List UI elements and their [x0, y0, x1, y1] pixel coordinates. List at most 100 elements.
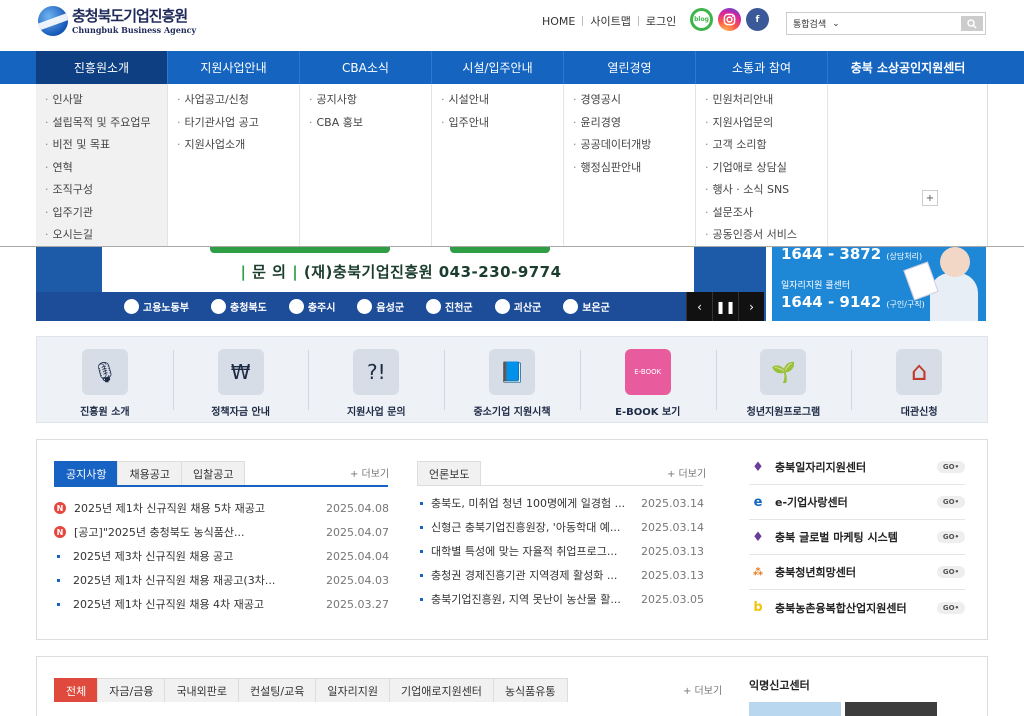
menu-item[interactable]: 설립목적 및 주요업무: [45, 112, 167, 135]
report-banner[interactable]: [845, 702, 937, 716]
plus-icon[interactable]: +: [922, 190, 938, 206]
go-button[interactable]: GO•: [937, 461, 965, 473]
search-input[interactable]: [840, 13, 962, 34]
list-item[interactable]: 2025년 제3차 신규직원 채용 공고 2025.04.04: [54, 544, 389, 568]
header: 충청북도기업진흥원 Chungbuk Business Agency HOME …: [0, 0, 1024, 51]
tab-press[interactable]: 언론보도: [417, 461, 482, 485]
tab-grievance[interactable]: 기업애로지원센터: [388, 678, 494, 702]
list-item[interactable]: 충북도, 미취업 청년 100명에게 일경험 ... 2025.03.14: [417, 491, 704, 515]
gnb-management[interactable]: 열린경영: [564, 51, 696, 84]
ebook-icon: E-BOOK: [624, 349, 671, 395]
quick-youth[interactable]: 🌱 청년지원프로그램: [715, 337, 852, 422]
search-scope-select[interactable]: 통합검색 ⌄: [787, 13, 840, 34]
gnb-support[interactable]: 지원사업안내: [168, 51, 300, 84]
pause-icon[interactable]: ❚❚: [712, 292, 738, 321]
site-logo[interactable]: 충청북도기업진흥원 Chungbuk Business Agency: [38, 6, 196, 36]
gnb-communication[interactable]: 소통과 참여: [696, 51, 828, 84]
partner-logo: 고용노동부: [124, 299, 189, 314]
home-link[interactable]: HOME: [542, 15, 575, 28]
menu-item[interactable]: 행사 · 소식 SNS: [705, 179, 827, 202]
quick-ebook[interactable]: E-BOOK E-BOOK 보기: [579, 337, 716, 422]
search-icon[interactable]: [961, 16, 983, 31]
site-link[interactable]: b 충북농촌융복합산업지원센터 GO•: [749, 590, 965, 625]
login-link[interactable]: 로그인: [646, 13, 676, 29]
go-button[interactable]: GO•: [937, 531, 965, 543]
menu-item[interactable]: 시설안내: [441, 89, 563, 112]
gnb-news[interactable]: CBA소식: [300, 51, 432, 84]
menu-item[interactable]: 인사말: [45, 89, 167, 112]
menu-item[interactable]: 조직구성: [45, 179, 167, 202]
list-item[interactable]: 대학별 특성에 맞는 자율적 취업프로그... 2025.03.13: [417, 539, 704, 563]
menu-item[interactable]: 연혁: [45, 157, 167, 180]
menu-item[interactable]: 설문조사: [705, 202, 827, 225]
list-item[interactable]: N 2025년 제1차 신규직원 채용 5차 재공고 2025.04.08: [54, 496, 389, 520]
tab-consulting[interactable]: 컨설팅/교육: [238, 678, 317, 702]
tab-notice[interactable]: 공지사항: [54, 461, 119, 485]
go-button[interactable]: GO•: [937, 496, 965, 508]
prev-icon[interactable]: ‹: [686, 292, 712, 321]
instagram-icon[interactable]: [718, 8, 741, 31]
list-item[interactable]: 신형근 충북기업진흥원장, '아동학대 예... 2025.03.14: [417, 515, 704, 539]
main-navigation: 진흥원소개 지원사업안내 CBA소식 시설/입주안내 열린경영 소통과 참여 충…: [0, 51, 1024, 84]
menu-item[interactable]: 지원사업문의: [705, 112, 827, 135]
menu-item[interactable]: 비전 및 목표: [45, 134, 167, 157]
notice-tabs: 공지사항 채용공고 입찰공고: [54, 461, 246, 485]
menu-item[interactable]: 공동인증서 서비스: [705, 224, 827, 247]
menu-item[interactable]: 경영공시: [573, 89, 695, 112]
tab-finance[interactable]: 자금/금융: [97, 678, 166, 702]
menu-item[interactable]: 입주안내: [441, 112, 563, 135]
quick-sme-policy[interactable]: 📘 중소기업 지원시책: [444, 337, 580, 422]
quick-intro[interactable]: 🎙 진흥원 소개: [37, 337, 173, 422]
site-link[interactable]: e e-기업사랑센터 GO•: [749, 485, 965, 520]
menu-item[interactable]: 윤리경영: [573, 112, 695, 135]
list-item[interactable]: 2025년 제1차 신규직원 채용 재공고(3차... 2025.04.03: [54, 568, 389, 592]
blog-icon[interactable]: blog: [690, 8, 713, 31]
tab-all[interactable]: 전체: [54, 678, 99, 702]
quick-rental[interactable]: ⌂ 대관신청: [851, 337, 987, 422]
site-link[interactable]: ♦ 충북일자리지원센터 GO•: [749, 450, 965, 485]
menu-item[interactable]: 타기관사업 공고: [177, 112, 299, 135]
notice-more-link[interactable]: + 더보기: [350, 465, 389, 480]
go-button[interactable]: GO•: [937, 566, 965, 578]
go-button[interactable]: GO•: [937, 601, 965, 614]
quick-policy-fund[interactable]: ₩ 정책자금 안내: [172, 337, 309, 422]
list-item[interactable]: 충청권 경제진흥기관 지역경제 활성화 ... 2025.03.13: [417, 563, 704, 587]
list-item[interactable]: N [공고]"2025년 충청북도 농식품산... 2025.04.07: [54, 520, 389, 544]
chungbuk-icon: ♦: [752, 529, 764, 545]
gnb-facility[interactable]: 시설/입주안내: [432, 51, 564, 84]
support-more-link[interactable]: + 더보기: [683, 682, 722, 697]
menu-item[interactable]: 공지사항: [309, 89, 431, 112]
press-more-link[interactable]: + 더보기: [667, 465, 706, 480]
tab-recruit[interactable]: 채용공고: [117, 461, 182, 485]
tab-agrifood[interactable]: 농식품유통: [492, 678, 568, 702]
menu-item[interactable]: CBA 홍보: [309, 112, 431, 135]
list-item[interactable]: 충북기업진흥원, 지역 못난이 농산물 활... 2025.03.05: [417, 587, 704, 611]
site-link[interactable]: ⁂ 충북청년희망센터 GO•: [749, 555, 965, 590]
gnb-small-business-center[interactable]: 충북 소상공인지원센터: [828, 51, 988, 84]
menu-item[interactable]: 공공데이터개방: [573, 134, 695, 157]
menu-item[interactable]: 입주기관: [45, 202, 167, 225]
house-icon: ⌂: [896, 349, 943, 395]
chungbuk-icon: ♦: [752, 459, 764, 475]
next-icon[interactable]: ›: [738, 292, 764, 321]
tab-jobs[interactable]: 일자리지원: [315, 678, 390, 702]
gnb-intro[interactable]: 진흥원소개: [36, 51, 168, 84]
operator-illustration: [903, 247, 978, 321]
facebook-icon[interactable]: f: [746, 8, 769, 31]
menu-item[interactable]: 고객 소리함: [705, 134, 827, 157]
menu-item[interactable]: 행정심판안내: [573, 157, 695, 180]
tab-market[interactable]: 국내외판로: [164, 678, 240, 702]
menu-item[interactable]: 지원사업소개: [177, 134, 299, 157]
menu-item[interactable]: 사업공고/신청: [177, 89, 299, 112]
new-badge: N: [54, 526, 66, 538]
menu-item[interactable]: 오시는길: [45, 224, 167, 247]
report-banner[interactable]: [749, 702, 841, 716]
menu-item[interactable]: 민원처리안내: [705, 89, 827, 112]
site-link[interactable]: ♦ 충북 글로벌 마케팅 시스템 GO•: [749, 520, 965, 555]
menu-item[interactable]: 기업애로 상담실: [705, 157, 827, 180]
callcenter-banner[interactable]: 1644 - 3872 (상담처리) 일자리지원 콜센터 1644 - 9142…: [772, 247, 986, 321]
tab-bid[interactable]: 입찰공고: [180, 461, 246, 485]
quick-inquiry[interactable]: ?! 지원사업 문의: [308, 337, 444, 422]
sitemap-link[interactable]: 사이트맵: [590, 13, 630, 29]
list-item[interactable]: 2025년 제1차 신규직원 채용 4차 재공고 2025.03.27: [54, 592, 389, 616]
